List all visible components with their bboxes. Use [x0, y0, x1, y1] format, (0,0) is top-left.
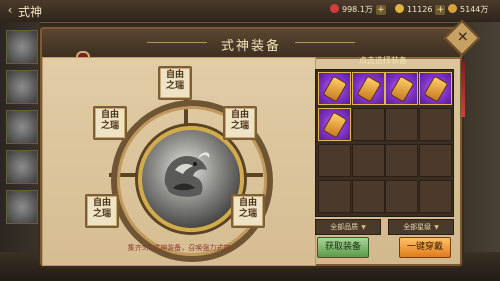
equipment-slot-upper-right[interactable]: 自由 之瑞 [223, 106, 257, 140]
equipment-item[interactable] [318, 108, 351, 141]
slot-top-label: 自由 之瑞 [165, 70, 184, 91]
equipment-item[interactable] [318, 72, 351, 105]
empty-equipment-cell [418, 108, 452, 141]
equipment-slot-lower-right[interactable]: 自由 之瑞 [231, 194, 265, 228]
equipment-gem-icon [356, 75, 381, 103]
slot-lower-right-label: 自由 之瑞 [238, 198, 257, 219]
equipment-gem-icon [389, 75, 415, 103]
collect-hint: 集齐5件式神装备，召唤强力式神 [127, 244, 231, 252]
slot-upper-left-label: 自由 之瑞 [100, 110, 119, 131]
top-bar: ‹ 式神 998.1万 + 11126 + 5144万 [0, 0, 500, 23]
shikigami-portrait[interactable] [6, 30, 38, 64]
star-filter-label: 全部星级 [403, 223, 432, 231]
quality-filter-label: 全部品质 [330, 223, 359, 231]
empty-equipment-cell [418, 144, 452, 177]
equipment-item[interactable] [418, 72, 452, 105]
empty-equipment-cell [385, 180, 418, 213]
stamina-icon [448, 4, 457, 13]
resource-stamina: 5144万 [448, 3, 488, 17]
equipment-dial: 自由 之瑞 自由 之瑞 自由 之瑞 自由 之瑞 自由 之瑞 集齐5件式神装备，召… [42, 57, 316, 266]
coin-icon [395, 4, 404, 13]
slot-upper-right-label: 自由 之瑞 [230, 110, 249, 131]
back-arrow-icon[interactable]: ‹ [4, 3, 16, 17]
add-coin-button[interactable]: + [435, 5, 446, 15]
equipment-slot-top[interactable]: 自由 之瑞 [158, 66, 192, 100]
jade-icon [330, 4, 339, 13]
equipment-slot-lower-left[interactable]: 自由 之瑞 [85, 194, 119, 228]
shikigami-portrait[interactable] [6, 70, 38, 104]
empty-equipment-cell [318, 144, 351, 177]
chevron-down-icon: ▼ [434, 224, 439, 231]
quality-filter-select[interactable]: 全部品质 ▼ [315, 219, 381, 235]
select-equipment-title: 点击选择装备 [359, 56, 407, 65]
resource-jade: 998.1万 + [330, 3, 386, 17]
empty-equipment-cell [351, 144, 385, 177]
equipment-item[interactable] [351, 72, 385, 105]
tassel-ornament [461, 61, 465, 117]
equip-all-button[interactable]: 一键穿戴 [399, 237, 451, 258]
shikigami-beast-icon [164, 152, 210, 197]
resource-stamina-value: 5144万 [460, 5, 489, 14]
shikigami-portrait[interactable] [6, 110, 38, 144]
resource-coin-value: 11126 [407, 5, 433, 14]
empty-equipment-cell [351, 180, 385, 213]
empty-equipment-cell [318, 180, 351, 213]
equipment-gem-icon [423, 75, 448, 103]
shikigami-portrait[interactable] [6, 190, 38, 224]
shikigami-portrait[interactable] [6, 150, 38, 184]
slot-lower-left-label: 自由 之瑞 [92, 198, 111, 219]
resource-jade-value: 998.1万 [342, 5, 373, 14]
background-scene [460, 22, 500, 252]
equipment-slot-upper-left[interactable]: 自由 之瑞 [93, 106, 127, 140]
empty-equipment-cell [385, 108, 418, 141]
equipment-item[interactable] [385, 72, 418, 105]
star-filter-select[interactable]: 全部星级 ▼ [388, 219, 454, 235]
empty-equipment-cell [385, 144, 418, 177]
obtain-equipment-button[interactable]: 获取装备 [317, 237, 369, 258]
equipment-gem-icon [322, 75, 348, 103]
screen-title: 式神 [18, 5, 43, 19]
equipment-grid [315, 69, 454, 217]
chevron-down-icon: ▼ [361, 224, 366, 231]
resource-coin: 11126 + [395, 3, 446, 17]
equipment-gem-icon [322, 111, 348, 139]
equipment-panel: 式神装备 ✕ 自由 之瑞 自由 之瑞 自由 之瑞 自由 之瑞 自由 之瑞 集齐5… [40, 19, 481, 266]
add-jade-button[interactable]: + [375, 5, 386, 15]
empty-equipment-cell [418, 180, 452, 213]
shikigami-list [0, 22, 40, 281]
panel-title: 式神装备 [220, 39, 281, 54]
empty-equipment-cell [351, 108, 385, 141]
close-icon: ✕ [456, 29, 469, 46]
